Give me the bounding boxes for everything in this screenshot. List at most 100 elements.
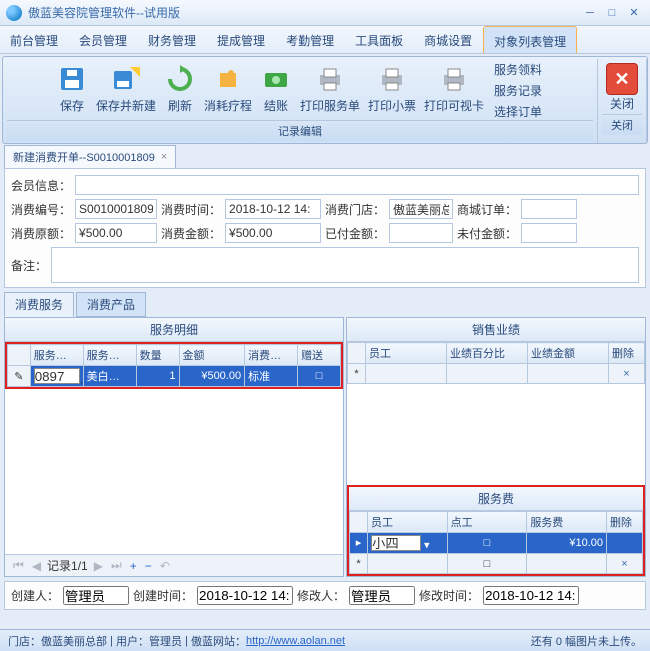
col-amount[interactable]: 金额 xyxy=(179,345,245,366)
consume-store-label: 消费门店： xyxy=(325,201,385,218)
document-tab[interactable]: 新建消费开单--S0010001809 × xyxy=(4,145,176,168)
cell-type[interactable]: 标准 xyxy=(245,366,298,387)
orig-amount-label: 消费原额： xyxy=(11,225,71,242)
sf-col-pt[interactable]: 点工 xyxy=(447,511,527,532)
pager-next[interactable]: ▶ xyxy=(92,559,105,573)
titlebar: 傲蓝美容院管理软件--试用版 ─ □ ✕ xyxy=(0,0,650,26)
sf-col-emp[interactable]: 员工 xyxy=(368,511,448,532)
printer3-icon xyxy=(438,63,470,95)
menu-commission[interactable]: 提成管理 xyxy=(207,26,276,53)
service-detail-row[interactable]: ✎ ▾ 美白… 1 ¥500.00 标准 □ xyxy=(8,366,341,387)
pager-prev[interactable]: ◀ xyxy=(30,559,43,573)
sf-delete-button[interactable]: × xyxy=(607,554,643,574)
consume-no-input[interactable] xyxy=(75,199,157,219)
menu-object-list[interactable]: 对象列表管理 xyxy=(483,26,577,53)
consume-store-input[interactable] xyxy=(389,199,453,219)
close-icon: ✕ xyxy=(606,63,638,95)
status-site-link[interactable]: http://www.aolan.net xyxy=(246,635,345,647)
pager-undo[interactable]: ↶ xyxy=(158,559,172,573)
menu-attendance[interactable]: 考勤管理 xyxy=(276,26,345,53)
col-qty[interactable]: 数量 xyxy=(136,345,179,366)
document-tab-bar: 新建消费开单--S0010001809 × xyxy=(0,146,650,168)
menu-tools[interactable]: 工具面板 xyxy=(345,26,414,53)
sp-col-pct[interactable]: 业绩百分比 xyxy=(447,343,528,364)
cell-service-name[interactable]: 美白… xyxy=(83,366,136,387)
modifier-input[interactable] xyxy=(349,586,415,605)
sf-cell-pt[interactable]: □ xyxy=(447,532,527,554)
ribbon-group-edit-label: 记录编辑 xyxy=(7,120,593,141)
sf-new-row[interactable]: * □ × xyxy=(350,554,643,574)
sf-cell-fee[interactable]: ¥10.00 xyxy=(527,532,607,554)
form-area: 会员信息： 消费编号： 消费时间： 消费门店： 商城订单： 消费原额： 消费金额… xyxy=(4,168,646,288)
pager-first[interactable]: ⏮ xyxy=(11,558,26,573)
service-material-link[interactable]: 服务领料 xyxy=(494,61,542,78)
sf-col-del[interactable]: 删除 xyxy=(607,511,643,532)
menu-front-desk[interactable]: 前台管理 xyxy=(0,26,69,53)
select-order-link[interactable]: 选择订单 xyxy=(494,103,542,120)
col-service-code[interactable]: 服务… xyxy=(30,345,83,366)
sf-col-fee[interactable]: 服务费 xyxy=(527,511,607,532)
service-detail-title: 服务明细 xyxy=(5,318,343,342)
print-receipt-button[interactable]: 打印小票 xyxy=(364,61,420,120)
sp-delete-button[interactable]: × xyxy=(609,364,645,384)
sf-row[interactable]: ▸ ▾ □ ¥10.00 xyxy=(350,532,643,554)
tab-consume-product[interactable]: 消费产品 xyxy=(76,292,146,317)
tab-consume-service[interactable]: 消费服务 xyxy=(4,292,74,317)
pager-last[interactable]: ⏭ xyxy=(109,558,124,573)
menu-mall[interactable]: 商城设置 xyxy=(414,26,483,53)
orig-amount-input[interactable] xyxy=(75,223,157,243)
col-consume-type[interactable]: 消费… xyxy=(245,345,298,366)
service-detail-grid[interactable]: 服务… 服务… 数量 金额 消费… 赠送 ✎ ▾ 美白… 1 ¥500.00 标… xyxy=(7,344,341,387)
create-time-input[interactable] xyxy=(197,586,293,605)
sp-col-amt[interactable]: 业绩金额 xyxy=(528,343,609,364)
print-card-button[interactable]: 打印可视卡 xyxy=(420,61,488,120)
sp-new-row[interactable]: * × xyxy=(348,364,645,384)
pager-add[interactable]: + xyxy=(128,559,139,573)
service-detail-highlight: 服务… 服务… 数量 金额 消费… 赠送 ✎ ▾ 美白… 1 ¥500.00 标… xyxy=(5,342,343,389)
pager-remove[interactable]: − xyxy=(143,559,154,573)
col-service-name[interactable]: 服务… xyxy=(83,345,136,366)
menu-finance[interactable]: 财务管理 xyxy=(138,26,207,53)
consume-amount-input[interactable] xyxy=(225,223,321,243)
maximize-button[interactable]: □ xyxy=(602,5,622,21)
cell-gift[interactable]: □ xyxy=(298,366,341,387)
sp-col-emp[interactable]: 员工 xyxy=(366,343,447,364)
save-and-new-button[interactable]: 保存并新建 xyxy=(92,61,160,120)
sf-cell-emp[interactable]: ▾ xyxy=(368,532,448,554)
status-store: 傲蓝美丽总部 xyxy=(41,633,107,649)
cell-amount[interactable]: ¥500.00 xyxy=(179,366,245,387)
remark-textarea[interactable] xyxy=(51,247,639,283)
member-info-input[interactable] xyxy=(75,175,639,195)
consume-time-input[interactable] xyxy=(225,199,321,219)
inner-tabs: 消费服务 消费产品 xyxy=(4,292,646,317)
modifier-label: 修改人： xyxy=(297,587,345,604)
service-record-link[interactable]: 服务记录 xyxy=(494,82,542,99)
sales-perf-grid[interactable]: 员工 业绩百分比 业绩金额 删除 * × xyxy=(347,342,645,384)
cell-qty[interactable]: 1 xyxy=(136,366,179,387)
row-edit-indicator: ✎ xyxy=(8,366,31,387)
settle-button[interactable]: 结账 xyxy=(256,61,296,120)
creator-input[interactable] xyxy=(63,586,129,605)
consume-course-button[interactable]: 消耗疗程 xyxy=(200,61,256,120)
ribbon-group-close-label: 关闭 xyxy=(602,114,642,135)
statusbar: 门店： 傲蓝美丽总部 | 用户： 管理员 | 傲蓝网站： http://www.… xyxy=(0,629,650,651)
refresh-button[interactable]: 刷新 xyxy=(160,61,200,120)
close-window-button[interactable]: ✕ xyxy=(624,5,644,21)
sp-col-del[interactable]: 删除 xyxy=(609,343,645,364)
document-tab-close[interactable]: × xyxy=(161,151,167,163)
paid-input[interactable] xyxy=(389,223,453,243)
col-gift[interactable]: 赠送 xyxy=(298,345,341,366)
sf-cell-del[interactable] xyxy=(607,532,643,554)
modify-time-input[interactable] xyxy=(483,586,579,605)
member-info-label: 会员信息： xyxy=(11,177,71,194)
menu-member[interactable]: 会员管理 xyxy=(69,26,138,53)
cell-service-code[interactable]: ▾ xyxy=(30,366,83,387)
unpaid-input[interactable] xyxy=(521,223,577,243)
minimize-button[interactable]: ─ xyxy=(580,5,600,21)
print-service-button[interactable]: 打印服务单 xyxy=(296,61,364,120)
paid-label: 已付金额： xyxy=(325,225,385,242)
mall-order-input[interactable] xyxy=(521,199,577,219)
save-button[interactable]: 保存 xyxy=(52,61,92,120)
close-button[interactable]: ✕ 关闭 xyxy=(602,61,642,114)
service-fee-grid[interactable]: 员工 点工 服务费 删除 ▸ ▾ □ ¥10.00 * □ xyxy=(349,511,643,575)
